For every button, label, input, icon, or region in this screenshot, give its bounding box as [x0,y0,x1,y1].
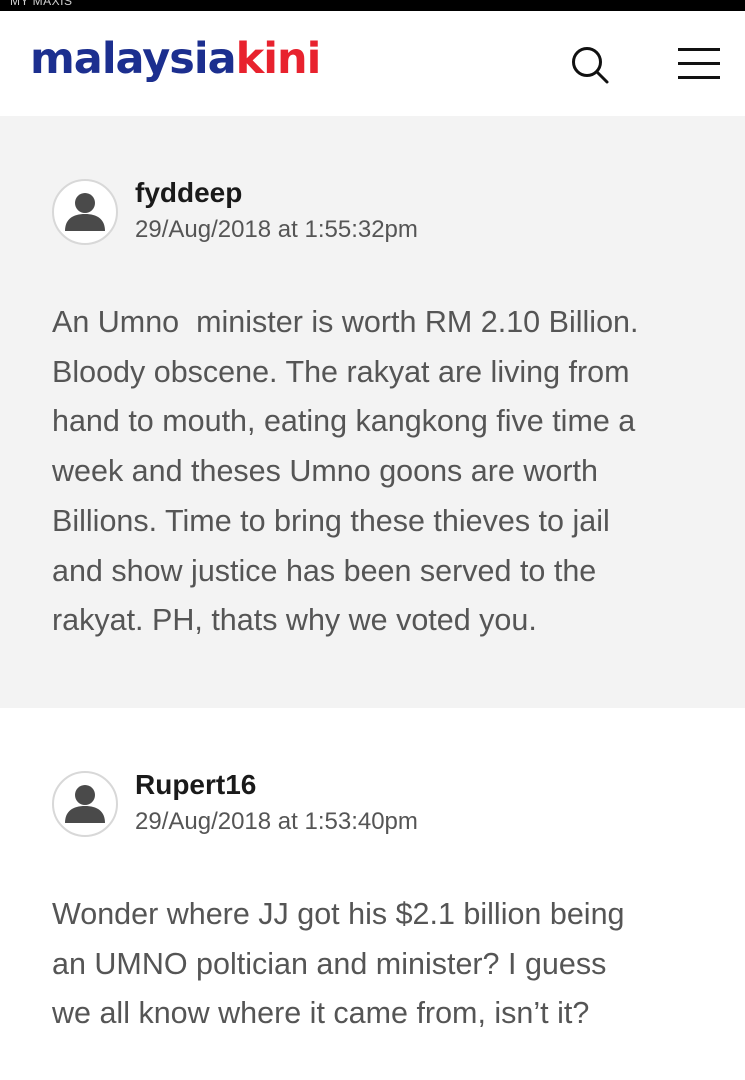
comment-line: week and theses Umno goons are worth [52,454,598,489]
comment-line: an UMNO poltician and minister? I guess [52,946,607,981]
comment-item: Rupert16 29/Aug/2018 at 1:53:40pm Wonder… [0,708,745,1080]
user-avatar[interactable] [52,179,118,245]
comment-line: Billions. Time to bring these thieves to… [52,503,610,538]
logo-text-kini: kini [235,34,322,84]
search-icon [572,47,609,84]
menu-button[interactable] [676,45,722,85]
comment-username[interactable]: fyddeep [135,176,242,210]
comment-timestamp: 29/Aug/2018 at 1:53:40pm [135,808,418,835]
logo-text-malaysia: malaysia [30,34,237,84]
user-avatar-icon [65,193,105,231]
comment-line: we all know where it came from, isn’t it… [52,996,590,1031]
site-header: malaysiakini [0,11,745,116]
comment-line: Wonder where JJ got his $2.1 billion bei… [52,897,625,931]
comment-line: and show justice has been served to the [52,553,597,588]
comment-item: fyddeep 29/Aug/2018 at 1:55:32pm An Umno… [0,116,745,708]
status-bar: MY MAXIS [0,0,745,11]
comment-line: rakyat. PH, thats why we voted you. [52,603,537,638]
search-button[interactable] [568,43,612,87]
comment-body: An Umno minister is worth RM 2.10 Billio… [52,298,712,646]
comment-line: An Umno minister is worth RM 2.10 Billio… [52,305,639,339]
site-logo[interactable]: malaysiakini [30,31,322,87]
hamburger-menu-icon [678,48,720,79]
comment-line: Bloody obscene. The rakyat are living fr… [52,354,630,389]
comment-timestamp: 29/Aug/2018 at 1:55:32pm [135,216,418,243]
comment-username[interactable]: Rupert16 [135,768,256,802]
carrier-name: MY MAXIS [10,0,73,8]
comment-body: Wonder where JJ got his $2.1 billion bei… [52,890,712,1039]
comment-line: hand to mouth, eating kangkong five time… [52,404,636,439]
user-avatar-icon [65,785,105,823]
user-avatar[interactable] [52,771,118,837]
